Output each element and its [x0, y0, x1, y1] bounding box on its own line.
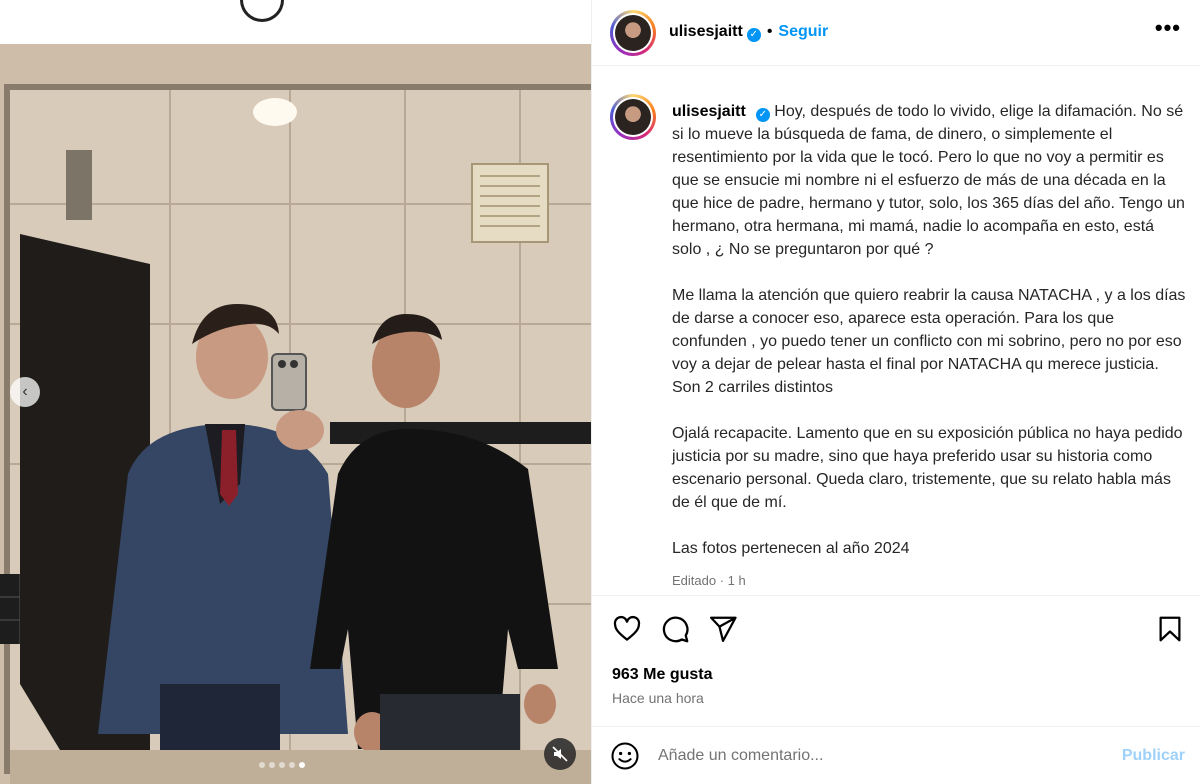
caption-text: ulisesjaitt ✓ Hoy, después de todo lo viv… — [672, 100, 1187, 592]
like-button[interactable] — [612, 614, 642, 644]
edited-timestamp: Editado · 1 h — [672, 573, 746, 588]
caption-paragraph-text: Hoy, después de todo lo vivido, elige la… — [672, 103, 1185, 258]
post-header: ulisesjaitt ✓ • Seguir ••• — [592, 0, 1200, 66]
emoji-icon — [611, 742, 639, 770]
post-photo[interactable] — [0, 44, 591, 784]
header-user-line: ulisesjaitt ✓ • Seguir — [669, 23, 828, 42]
caption-paragraph: Las fotos pertenecen al año 2024 — [672, 540, 910, 557]
post-side-panel: ulisesjaitt ✓ • Seguir ••• ulisesjaitt ✓ Hoy… — [591, 0, 1200, 784]
caption-avatar[interactable] — [610, 94, 656, 140]
post-timestamp[interactable]: Hace una hora — [612, 690, 704, 706]
carousel-dot — [289, 762, 295, 768]
carousel-dot — [259, 762, 265, 768]
share-icon — [710, 616, 737, 642]
caption-paragraph: Ojalá recapacite. Lamento que en su expo… — [672, 425, 1183, 511]
previous-post-strip — [0, 0, 591, 44]
follow-button[interactable]: Seguir — [778, 23, 828, 40]
publish-button[interactable]: Publicar — [1122, 747, 1185, 765]
avatar[interactable] — [610, 10, 656, 56]
comment-button[interactable] — [660, 614, 690, 644]
comment-bar: Publicar — [592, 726, 1200, 784]
like-count[interactable]: 963 Me gusta — [612, 666, 712, 684]
caption-paragraph: Me llama la atención que quiero reabrir … — [672, 287, 1186, 396]
mirror-selfie-image — [0, 44, 591, 784]
caption-paragraph: ulisesjaitt ✓ Hoy, después de todo lo viv… — [672, 100, 1187, 261]
username-link[interactable]: ulisesjaitt — [669, 23, 743, 40]
separator-dot: • — [766, 23, 773, 40]
caption-username-link[interactable]: ulisesjaitt — [672, 103, 746, 120]
chevron-left-icon: ‹ — [22, 383, 28, 400]
more-options-icon[interactable]: ••• — [1155, 17, 1181, 39]
profile-photo — [615, 99, 651, 135]
bookmark-icon — [1159, 616, 1181, 642]
save-button[interactable] — [1155, 614, 1185, 644]
heart-icon — [613, 615, 641, 641]
emoji-button[interactable] — [610, 741, 640, 771]
comment-icon — [662, 616, 689, 643]
profile-photo — [615, 15, 651, 51]
post-media: ‹ — [0, 0, 591, 784]
carousel-dot — [269, 762, 275, 768]
mute-button[interactable] — [544, 738, 576, 770]
carousel-dot — [279, 762, 285, 768]
carousel-prev-button[interactable]: ‹ — [10, 377, 40, 407]
comment-input[interactable] — [658, 743, 1098, 769]
verified-badge-icon: ✓ — [746, 28, 761, 42]
verified-badge-icon: ✓ — [755, 108, 770, 122]
muted-speaker-icon — [552, 746, 568, 762]
sticker-graphic — [240, 0, 284, 22]
carousel-dot-active — [299, 762, 305, 768]
post-caption-area: ulisesjaitt ✓ Hoy, después de todo lo viv… — [592, 66, 1200, 596]
carousel-indicator — [259, 762, 305, 768]
share-button[interactable] — [708, 614, 738, 644]
post-actions — [592, 600, 1200, 660]
